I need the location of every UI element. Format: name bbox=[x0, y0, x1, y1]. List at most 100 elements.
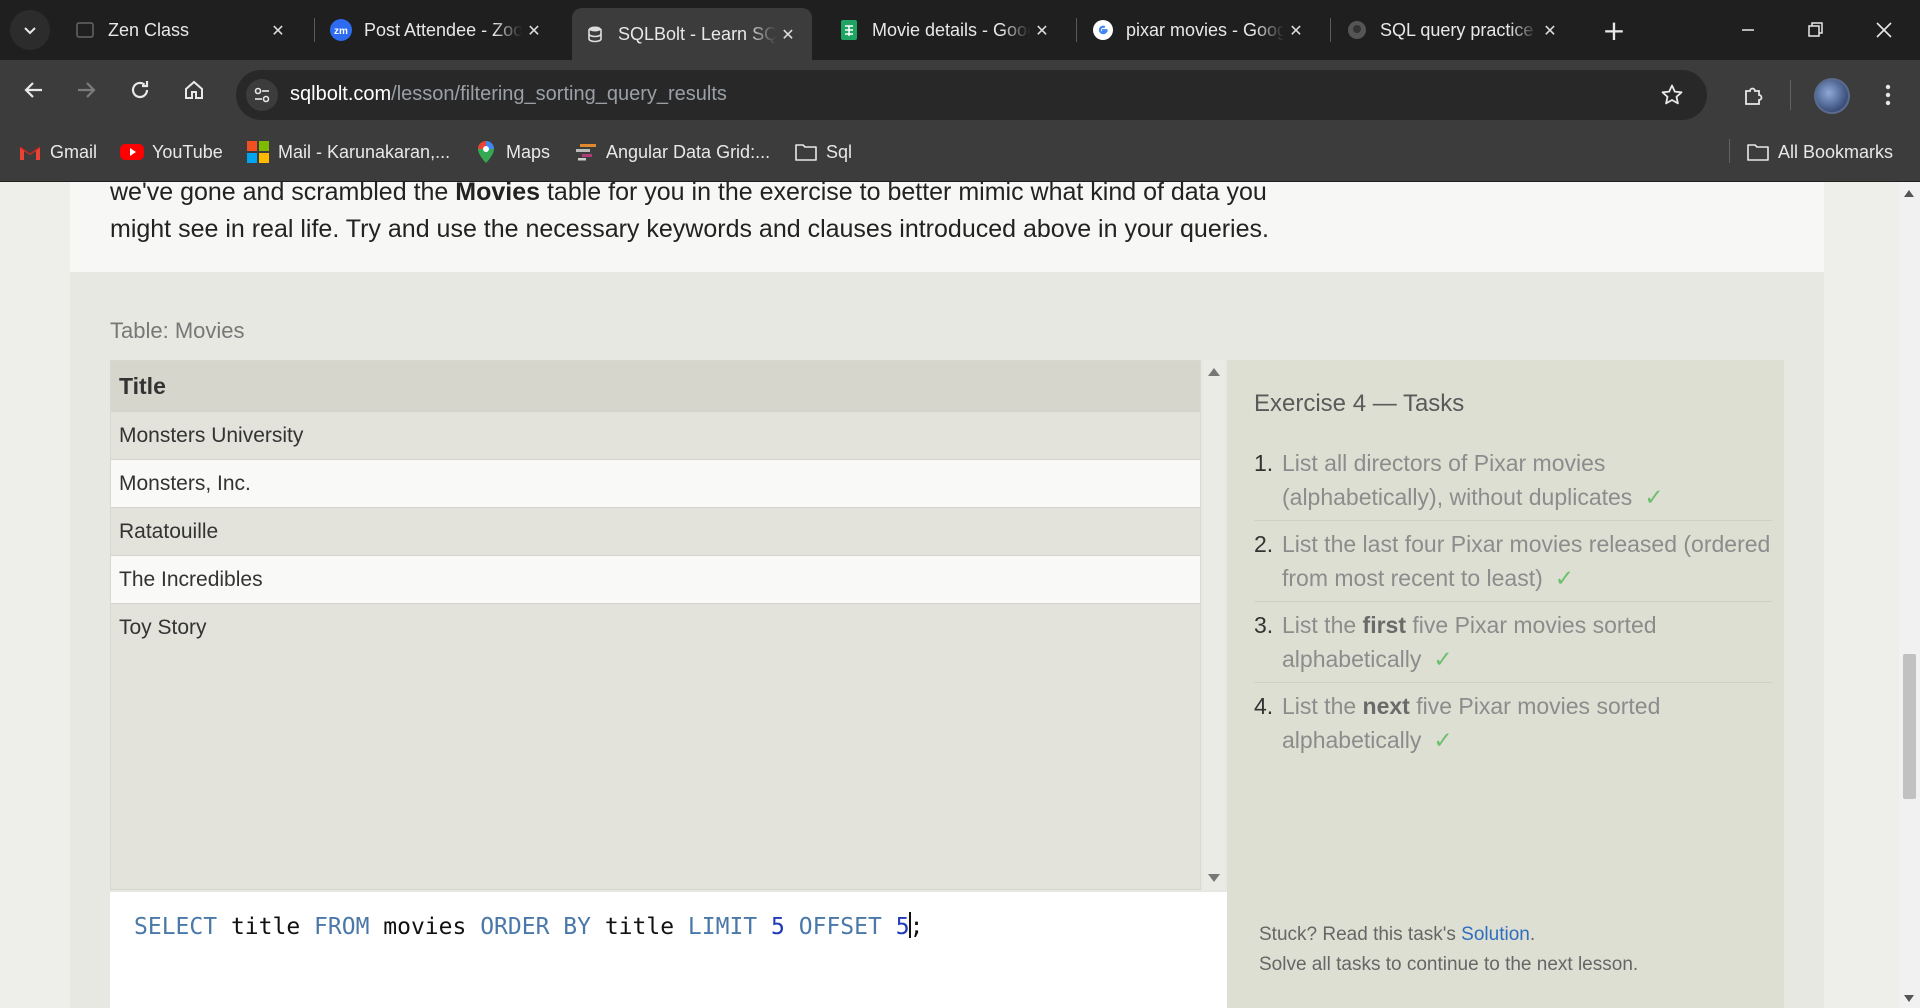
reload-button[interactable] bbox=[120, 70, 160, 110]
scrollbar-thumb[interactable] bbox=[1903, 654, 1916, 799]
tab-title: SQL query practice bbox=[1380, 19, 1534, 40]
task-number: 1. bbox=[1254, 450, 1274, 476]
table-row: Ratatouille bbox=[111, 507, 1200, 555]
query-column: title bbox=[217, 914, 315, 940]
task-text-part: List all directors of Pixar movies (alph… bbox=[1282, 450, 1633, 510]
tab-title: pixar movies - Google Search bbox=[1126, 19, 1284, 40]
bookmark-angular-data-grid[interactable]: Angular Data Grid:... bbox=[574, 138, 770, 166]
keyword-offset: OFFSET bbox=[798, 914, 882, 940]
tab-search-button[interactable] bbox=[10, 10, 50, 50]
column-header-title: Title bbox=[111, 361, 1200, 411]
bookmark-label: Mail - Karunakaran,... bbox=[278, 141, 451, 162]
scroll-up-arrow-icon[interactable] bbox=[1904, 190, 1914, 197]
close-window-button[interactable] bbox=[1850, 0, 1918, 60]
ag-grid-icon bbox=[574, 140, 598, 164]
task-text: List all directors of Pixar movies (alph… bbox=[1282, 446, 1772, 514]
task-text: List the last four Pixar movies released… bbox=[1282, 527, 1772, 595]
forward-button[interactable] bbox=[66, 70, 106, 110]
bookmark-star-button[interactable] bbox=[1659, 82, 1685, 108]
toolbar-divider bbox=[1790, 80, 1791, 110]
tab-title: Post Attendee - Zoom bbox=[364, 19, 522, 40]
close-icon[interactable]: ✕ bbox=[776, 22, 800, 46]
bookmark-label: Angular Data Grid:... bbox=[606, 141, 771, 162]
close-icon bbox=[1876, 22, 1892, 38]
task-number: 3. bbox=[1254, 612, 1274, 638]
profile-avatar[interactable] bbox=[1814, 78, 1850, 114]
new-tab-button[interactable]: + bbox=[1594, 10, 1634, 50]
star-icon bbox=[1661, 84, 1683, 105]
puzzle-icon bbox=[1745, 87, 1763, 105]
limit-value: 5 bbox=[771, 914, 785, 940]
folder-icon bbox=[1746, 140, 1770, 164]
home-button[interactable] bbox=[174, 70, 214, 110]
close-icon[interactable]: ✕ bbox=[1538, 18, 1562, 42]
task-text-part: List the bbox=[1282, 693, 1363, 719]
lesson-card: we've gone and scrambled the Movies tabl… bbox=[70, 182, 1824, 272]
table-caption: Table: Movies bbox=[110, 318, 245, 343]
tab-strip: Zen Class ✕ zm Post Attendee - Zoom ✕ SQ… bbox=[0, 0, 1920, 60]
minimize-button[interactable] bbox=[1714, 0, 1782, 60]
query-column: title bbox=[590, 914, 688, 940]
close-icon[interactable]: ✕ bbox=[1030, 18, 1054, 42]
url-host: sqlbolt.com bbox=[290, 83, 392, 105]
bookmark-youtube[interactable]: YouTube bbox=[120, 138, 223, 166]
task-item: 1. List all directors of Pixar movies (a… bbox=[1254, 440, 1772, 521]
tab-divider bbox=[314, 18, 315, 42]
url-text[interactable]: sqlbolt.com/lesson/filtering_sorting_que… bbox=[290, 83, 727, 106]
restore-button[interactable] bbox=[1782, 0, 1850, 60]
query-line[interactable]: SELECT title FROM movies ORDER BY title … bbox=[134, 912, 923, 940]
arrow-left-icon bbox=[24, 82, 42, 98]
site-info-button[interactable] bbox=[246, 79, 278, 111]
extensions-button[interactable] bbox=[1735, 76, 1773, 114]
lesson-text-part: might see in real life. Try and use the … bbox=[110, 215, 1269, 243]
bookmark-gmail[interactable]: Gmail bbox=[18, 138, 97, 166]
sql-query-editor[interactable]: SELECT title FROM movies ORDER BY title … bbox=[110, 892, 1227, 1008]
task-text-bold: first bbox=[1362, 612, 1406, 638]
tab-zoom[interactable]: zm Post Attendee - Zoom ✕ bbox=[318, 9, 558, 51]
bookmark-maps[interactable]: Maps bbox=[474, 138, 550, 166]
address-bar[interactable]: sqlbolt.com/lesson/filtering_sorting_que… bbox=[236, 70, 1707, 120]
scroll-down-arrow-icon[interactable] bbox=[1208, 874, 1220, 882]
bookmark-label: Sql bbox=[826, 141, 853, 162]
github-favicon-icon bbox=[1346, 19, 1368, 41]
results-table: Title Monsters University Monsters, Inc.… bbox=[110, 360, 1201, 890]
close-icon[interactable]: ✕ bbox=[522, 18, 546, 42]
table-row: Toy Story bbox=[111, 603, 1200, 651]
continue-note: Solve all tasks to continue to the next … bbox=[1259, 954, 1639, 975]
close-icon[interactable]: ✕ bbox=[266, 18, 290, 42]
offset-value: 5 bbox=[895, 914, 910, 940]
bookmark-folder-sql[interactable]: Sql bbox=[794, 138, 852, 166]
back-button[interactable] bbox=[14, 70, 54, 110]
task-list: 1. List all directors of Pixar movies (a… bbox=[1254, 440, 1772, 764]
scroll-down-arrow-icon[interactable] bbox=[1904, 995, 1914, 1002]
close-icon[interactable]: ✕ bbox=[1284, 18, 1308, 42]
exercise-panel: Table: Movies Title Monsters University … bbox=[70, 272, 1824, 1008]
bookmark-mail[interactable]: Mail - Karunakaran,... bbox=[246, 138, 450, 166]
browser-menu-button[interactable] bbox=[1876, 75, 1900, 115]
page-scrollbar[interactable] bbox=[1899, 182, 1920, 1008]
microsoft-icon bbox=[246, 140, 270, 164]
solution-link[interactable]: Solution bbox=[1461, 924, 1530, 945]
tab-sql-practice[interactable]: SQL query practice ✕ bbox=[1334, 9, 1574, 51]
keyword-order-by: ORDER BY bbox=[480, 914, 591, 940]
minimize-icon bbox=[1742, 29, 1754, 31]
url-path: /lesson/filtering_sorting_query_results bbox=[391, 83, 727, 105]
tab-sqlbolt[interactable]: SQLBolt - Learn SQL ✕ bbox=[572, 8, 812, 60]
zen-class-favicon-icon bbox=[74, 19, 96, 41]
results-scrollbar[interactable] bbox=[1203, 360, 1225, 890]
gmail-icon bbox=[18, 140, 42, 164]
task-text-bold: next bbox=[1362, 693, 1410, 719]
stuck-text: Stuck? Read this task's bbox=[1259, 924, 1462, 945]
stuck-text: . bbox=[1529, 924, 1536, 945]
tasks-panel: Exercise 4 — Tasks 1. List all directors… bbox=[1227, 360, 1784, 1008]
all-bookmarks-button[interactable]: All Bookmarks bbox=[1746, 138, 1893, 166]
google-sheets-favicon-icon bbox=[838, 19, 860, 41]
zoom-favicon-icon: zm bbox=[330, 19, 352, 41]
youtube-icon bbox=[120, 140, 144, 164]
scroll-up-arrow-icon[interactable] bbox=[1208, 368, 1220, 376]
task-item: 2. List the last four Pixar movies relea… bbox=[1254, 521, 1772, 602]
tab-zen-class[interactable]: Zen Class ✕ bbox=[62, 9, 302, 51]
tab-google-sheets[interactable]: Movie details - Google Sheets ✕ bbox=[826, 9, 1066, 51]
home-icon bbox=[185, 80, 203, 99]
tab-google-search[interactable]: pixar movies - Google Search ✕ bbox=[1080, 9, 1320, 51]
